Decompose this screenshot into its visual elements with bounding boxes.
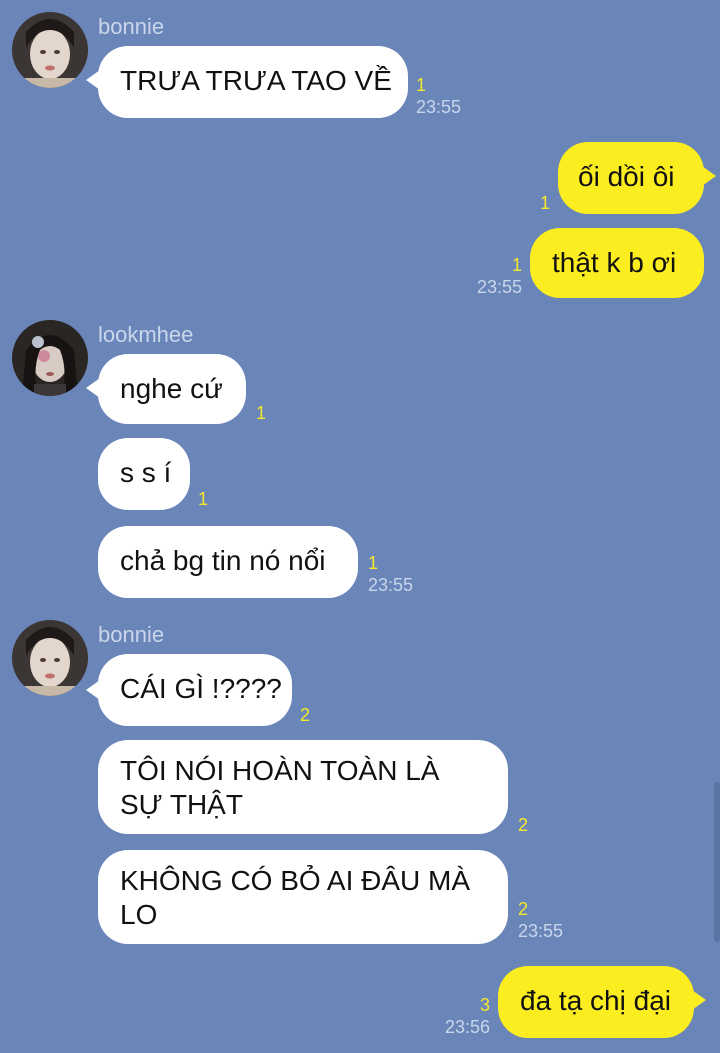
read-count: 2 [518, 815, 529, 835]
message-text: chả bg tin nó nổi [120, 545, 326, 576]
avatar-bonnie[interactable] [12, 620, 88, 696]
bubble-tail [702, 166, 716, 186]
message-bubble[interactable]: chả bg tin nó nổi [98, 526, 358, 598]
avatar-bonnie[interactable] [12, 12, 88, 88]
message-text: s s í [120, 457, 172, 488]
message-bubble[interactable]: ối dồi ôi [558, 142, 704, 214]
timestamp: 23:56 [444, 1017, 490, 1037]
message-bubble[interactable]: KHÔNG CÓ BỎ AI ĐÂU MÀ LO [98, 850, 508, 944]
message-text: nghe cứ [120, 373, 223, 404]
read-count: 3 [479, 995, 490, 1015]
read-count: 1 [198, 489, 209, 509]
message-meta: 3 23:56 [430, 994, 490, 1038]
read-count: 1 [416, 75, 427, 95]
read-count: 1 [368, 553, 379, 573]
message-text: TÔI NÓI HOÀN TOÀN LÀ SỰ THẬT [120, 755, 440, 820]
message-text: KHÔNG CÓ BỎ AI ĐÂU MÀ LO [120, 865, 471, 930]
read-count: 2 [518, 899, 529, 919]
timestamp: 23:55 [368, 575, 414, 595]
message-text: thật k b ơi [552, 247, 677, 278]
message-meta: 1 [198, 488, 208, 510]
message-bubble[interactable]: nghe cứ [98, 354, 246, 424]
message-text: đa tạ chị đại [520, 985, 671, 1016]
sender-name: lookmhee [98, 322, 194, 347]
message-meta: 2 [518, 814, 528, 836]
message-meta: 1 [500, 192, 550, 214]
timestamp: 23:55 [518, 921, 564, 941]
message-meta: 1 23:55 [460, 254, 522, 298]
scrollbar[interactable] [714, 782, 720, 942]
read-count: 2 [300, 705, 311, 725]
message-meta: 2 23:55 [518, 898, 563, 942]
message-bubble[interactable]: thật k b ơi [530, 228, 704, 298]
read-count: 1 [511, 255, 522, 275]
message-bubble[interactable]: CÁI GÌ !???? [98, 654, 292, 726]
avatar-lookmhee[interactable] [12, 320, 88, 396]
message-text: ối dồi ôi [578, 161, 675, 192]
message-meta: 2 [300, 704, 310, 726]
timestamp: 23:55 [476, 277, 522, 297]
message-meta: 1 23:55 [416, 74, 461, 118]
message-meta: 1 23:55 [368, 552, 413, 596]
message-meta: 1 [256, 402, 266, 424]
message-text: TRƯA TRƯA TAO VỀ [120, 65, 392, 96]
message-bubble[interactable]: TRƯA TRƯA TAO VỀ [98, 46, 408, 118]
message-bubble[interactable]: s s í [98, 438, 190, 510]
message-text: CÁI GÌ !???? [120, 673, 282, 704]
bubble-tail [692, 990, 706, 1010]
read-count: 1 [539, 193, 550, 213]
message-bubble[interactable]: TÔI NÓI HOÀN TOÀN LÀ SỰ THẬT [98, 740, 508, 834]
timestamp: 23:55 [416, 97, 462, 117]
sender-name: bonnie [98, 622, 165, 647]
sender-name: bonnie [98, 14, 165, 39]
message-bubble[interactable]: đa tạ chị đại [498, 966, 694, 1038]
read-count: 1 [256, 403, 267, 423]
